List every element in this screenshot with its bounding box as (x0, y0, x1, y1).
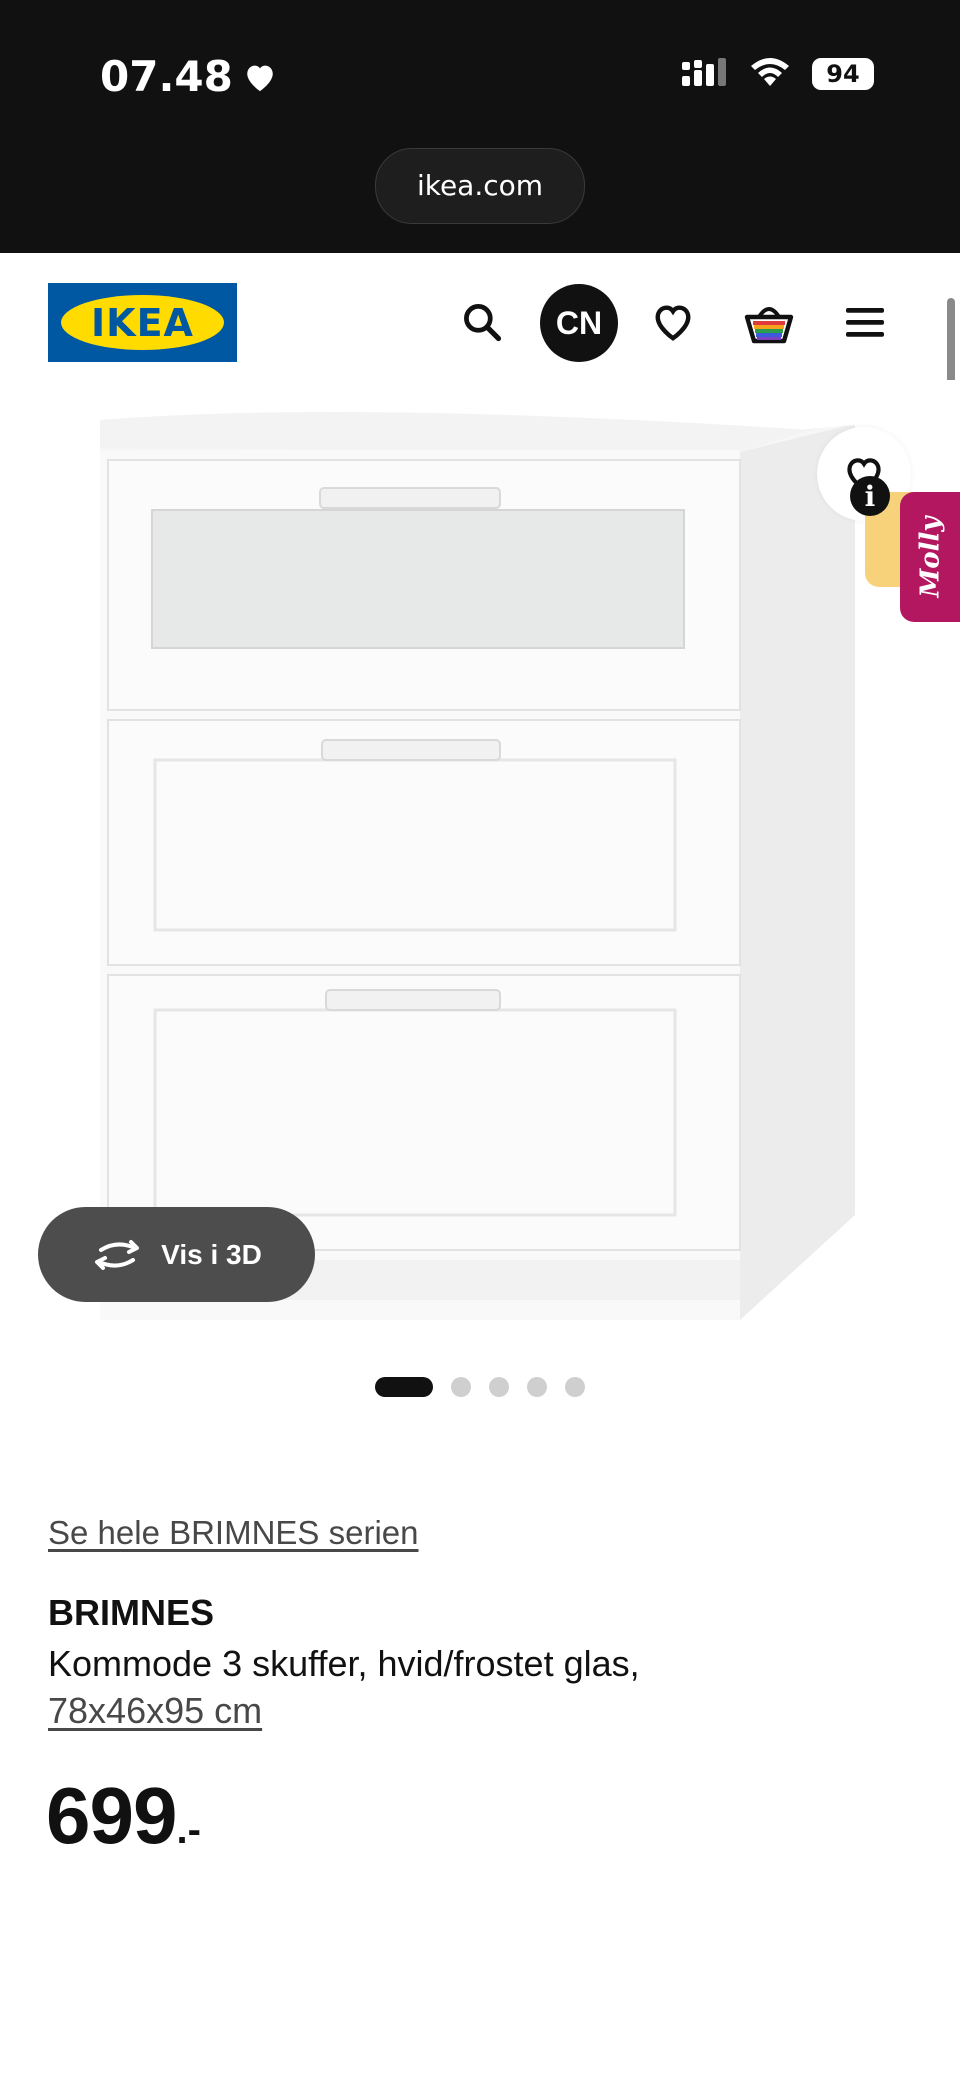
favorites-button[interactable] (641, 290, 705, 354)
molly-chat-button[interactable]: Molly (900, 492, 960, 622)
heart-status-icon (247, 65, 273, 91)
heart-icon (655, 305, 691, 341)
status-bar: 07.48 94 ikea.com (0, 0, 960, 253)
search-icon (464, 304, 502, 342)
wifi-icon (751, 58, 789, 86)
gallery-dot-3[interactable] (489, 1377, 509, 1397)
gallery-dot-2[interactable] (451, 1377, 471, 1397)
gallery-dot-4[interactable] (527, 1377, 547, 1397)
product-size-link[interactable]: 78x46x95 cm (48, 1690, 262, 1732)
product-image-gallery[interactable] (0, 380, 960, 1340)
basket-button[interactable] (737, 290, 801, 354)
product-price: 699 .- (46, 1770, 201, 1862)
price-value: 699 (46, 1771, 177, 1860)
url-bar[interactable]: ikea.com (375, 148, 585, 224)
search-button[interactable] (450, 290, 514, 354)
price-suffix: .- (176, 1808, 201, 1852)
rotate-3d-icon (95, 1239, 140, 1270)
basket-icon (744, 307, 794, 344)
product-description: Kommode 3 skuffer, hvid/frostet glas, (48, 1643, 640, 1684)
ikea-logo[interactable]: IKEA (48, 283, 237, 362)
product-name: BRIMNES (48, 1592, 215, 1633)
menu-icon (846, 308, 884, 337)
ikea-logo-text: IKEA (61, 295, 224, 350)
battery-indicator: 94 (812, 58, 874, 90)
info-icon[interactable]: i (850, 476, 890, 516)
cellular-signal-icon (682, 58, 726, 86)
status-time: 07.48 (100, 52, 277, 101)
system-icons (682, 58, 790, 88)
product-image (100, 412, 855, 1320)
gallery-dot-5[interactable] (565, 1377, 585, 1397)
time-text: 07.48 (100, 52, 233, 101)
profile-button[interactable]: CN (540, 284, 618, 362)
gallery-pagination (375, 1377, 585, 1397)
gallery-dot-1[interactable] (375, 1377, 433, 1397)
series-link[interactable]: Se hele BRIMNES serien (48, 1514, 419, 1552)
battery-level: 94 (812, 58, 874, 90)
view-in-3d-label: Vis i 3D (161, 1238, 262, 1270)
menu-button[interactable] (833, 290, 897, 354)
molly-label: Molly (915, 516, 946, 598)
view-in-3d-button[interactable]: Vis i 3D (38, 1207, 315, 1302)
